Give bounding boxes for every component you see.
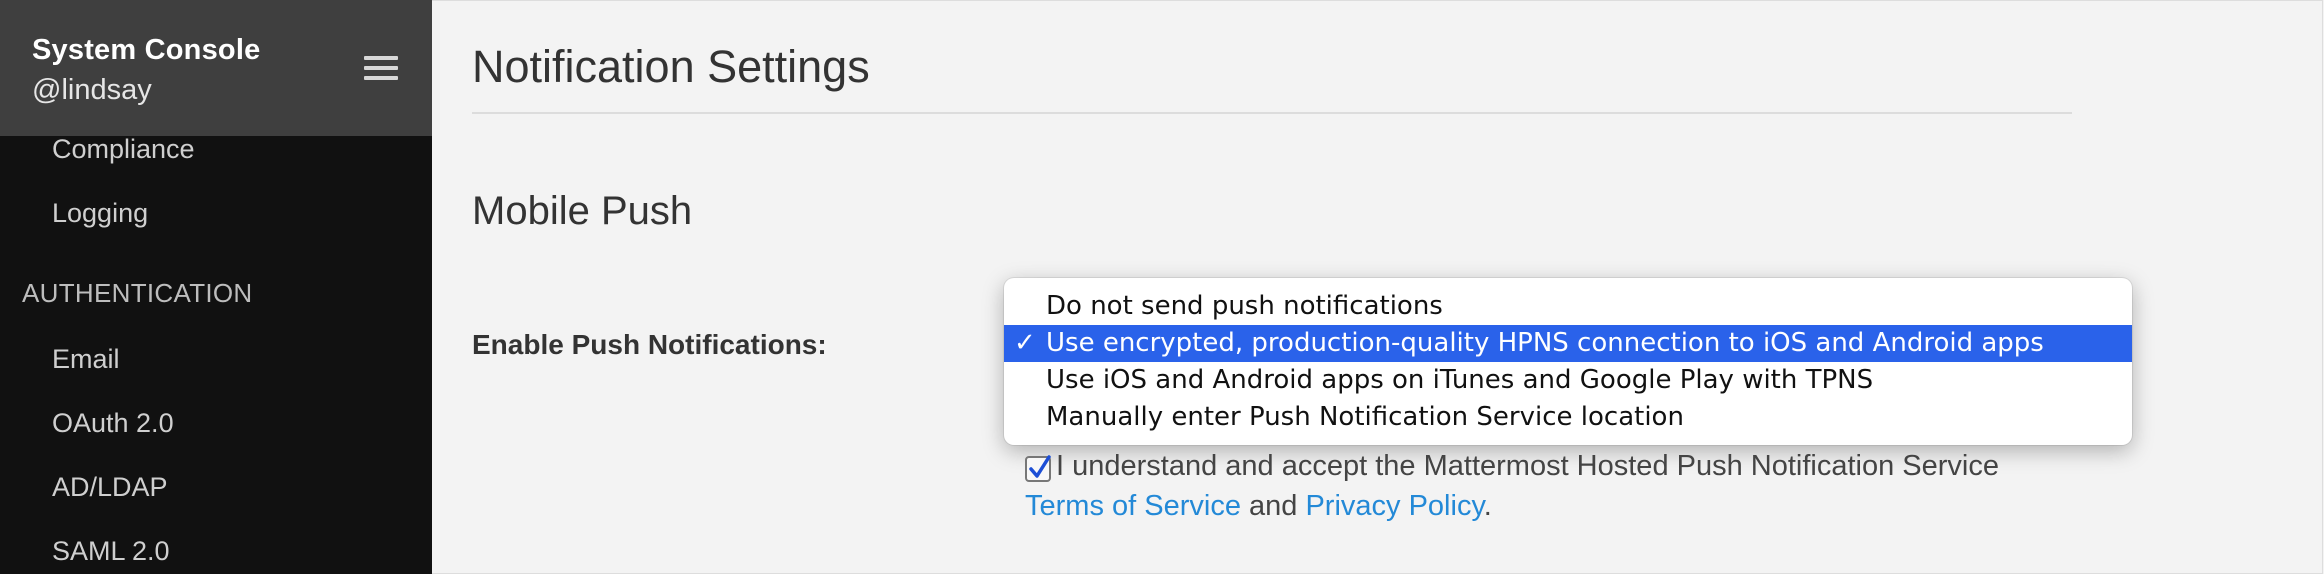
- sidebar-title: System Console: [32, 34, 261, 66]
- sidebar-username: @lindsay: [32, 74, 152, 106]
- main-content: Notification Settings Mobile Push Enable…: [432, 0, 2323, 574]
- sidebar-item-logging[interactable]: Logging: [52, 198, 148, 229]
- dropdown-option-hpns[interactable]: ✓ Use encrypted, production-quality HPNS…: [1004, 325, 2132, 362]
- sidebar-header: System Console @lindsay: [0, 0, 432, 136]
- sidebar-item-ad-ldap[interactable]: AD/LDAP: [52, 472, 168, 503]
- sidebar-item-oauth[interactable]: OAuth 2.0: [52, 408, 174, 439]
- push-notifications-dropdown[interactable]: Do not send push notifications ✓ Use enc…: [1004, 278, 2132, 445]
- hamburger-menu-icon[interactable]: [364, 56, 398, 80]
- dropdown-option-tpns[interactable]: Use iOS and Android apps on iTunes and G…: [1004, 362, 2132, 399]
- sidebar-item-email[interactable]: Email: [52, 344, 120, 375]
- sidebar-item-saml[interactable]: SAML 2.0: [52, 536, 170, 567]
- section-title-mobile-push: Mobile Push: [472, 189, 693, 233]
- push-notifications-label: Enable Push Notifications:: [472, 329, 827, 360]
- checkmark-icon: [1029, 455, 1051, 478]
- terms-of-service-link[interactable]: Terms of Service: [1025, 490, 1241, 522]
- dropdown-option-no-push[interactable]: Do not send push notifications: [1004, 288, 2132, 325]
- title-divider: [472, 112, 2072, 114]
- dropdown-option-manual[interactable]: Manually enter Push Notification Service…: [1004, 399, 2132, 436]
- page-title: Notification Settings: [472, 41, 870, 92]
- terms-checkbox[interactable]: [1025, 455, 1051, 482]
- privacy-policy-link[interactable]: Privacy Policy: [1305, 490, 1483, 522]
- terms-links-line: Terms of Service and Privacy Policy.: [1025, 490, 1492, 523]
- checkmark-icon: ✓: [1014, 328, 1036, 358]
- terms-and-text: and: [1240, 490, 1306, 522]
- sidebar: System Console @lindsay Compliance Loggi…: [0, 0, 432, 574]
- sidebar-item-compliance[interactable]: Compliance: [52, 134, 195, 165]
- sidebar-section-authentication: AUTHENTICATION: [22, 278, 253, 308]
- terms-period: .: [1483, 490, 1492, 522]
- terms-text: I understand and accept the Mattermost H…: [1056, 450, 1999, 482]
